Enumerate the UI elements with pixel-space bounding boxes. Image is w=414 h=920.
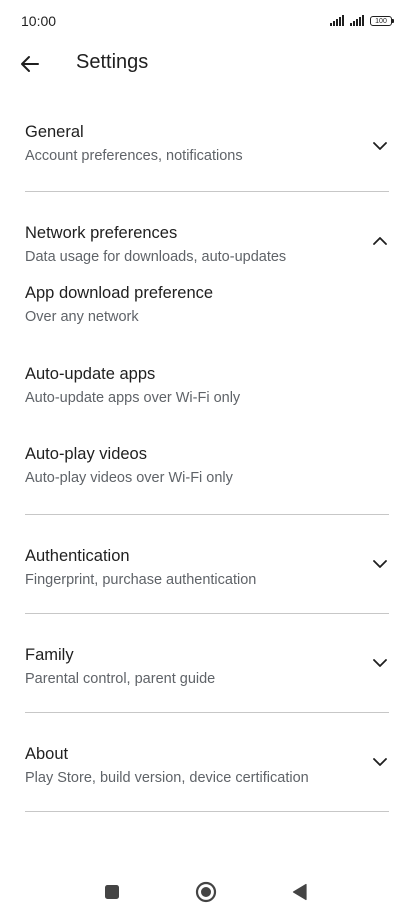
setting-app-download-preference[interactable]: App download preference Over any network: [0, 282, 414, 363]
recents-square-icon: [105, 885, 119, 899]
setting-auto-update-apps[interactable]: Auto-update apps Auto-update apps over W…: [0, 363, 414, 444]
setting-title: App download preference: [25, 284, 214, 302]
section-subtitle: Play Store, build version, device certif…: [25, 770, 309, 786]
chevron-up-icon: [373, 237, 387, 245]
section-about[interactable]: About Play Store, build version, device …: [0, 713, 414, 811]
section-subtitle: Account preferences, notifications: [25, 148, 243, 164]
setting-title: Auto-play videos: [25, 445, 147, 463]
status-time: 10:00: [21, 13, 57, 29]
arrow-back-icon: [21, 56, 39, 72]
chevron-down-icon: [373, 659, 387, 667]
divider: [25, 811, 389, 812]
setting-subtitle: Auto-update apps over Wi-Fi only: [25, 389, 241, 406]
back-triangle-icon: [292, 883, 307, 901]
chevron-down-icon: [373, 560, 387, 568]
setting-title: Auto-update apps: [25, 364, 156, 383]
chevron-down-icon: [373, 758, 387, 766]
section-subtitle: Fingerprint, purchase authentication: [25, 572, 257, 588]
chevron-down-icon: [373, 141, 387, 150]
section-authentication[interactable]: Authentication Fingerprint, purchase aut…: [0, 515, 414, 613]
home-button[interactable]: [194, 880, 218, 904]
status-bar: 10:00 100: [0, 0, 414, 44]
settings-screen: 10:00 100 Settings General Account prefe…: [0, 0, 414, 920]
setting-subtitle: Auto-play videos over Wi-Fi only: [25, 470, 233, 486]
section-title: Network preferences: [25, 224, 178, 242]
home-circle-icon: [195, 881, 217, 903]
system-nav-bar: [0, 864, 414, 920]
back-button[interactable]: [12, 46, 48, 82]
signal-icon: [350, 15, 364, 26]
section-subtitle: Data usage for downloads, auto-updates: [25, 249, 287, 265]
section-general[interactable]: General Account preferences, notificatio…: [0, 100, 414, 191]
section-family[interactable]: Family Parental control, parent guide: [0, 614, 414, 712]
signal-icon: [330, 15, 344, 26]
page-title: Settings: [76, 51, 149, 73]
recents-button[interactable]: [100, 880, 124, 904]
status-icons: 100: [330, 15, 394, 26]
setting-subtitle: Over any network: [25, 309, 139, 325]
section-title: Authentication: [25, 547, 130, 565]
app-bar: Settings: [0, 44, 414, 84]
section-subtitle: Parental control, parent guide: [25, 671, 216, 687]
battery-icon: 100: [370, 15, 394, 26]
section-network-preferences[interactable]: Network preferences Data usage for downl…: [0, 192, 414, 282]
setting-auto-play-videos[interactable]: Auto-play videos Auto-play videos over W…: [0, 443, 414, 514]
section-title: About: [25, 745, 69, 763]
section-title: Family: [25, 646, 74, 664]
back-nav-button[interactable]: [288, 880, 312, 904]
section-title: General: [25, 123, 84, 141]
settings-list: General Account preferences, notificatio…: [0, 100, 414, 812]
